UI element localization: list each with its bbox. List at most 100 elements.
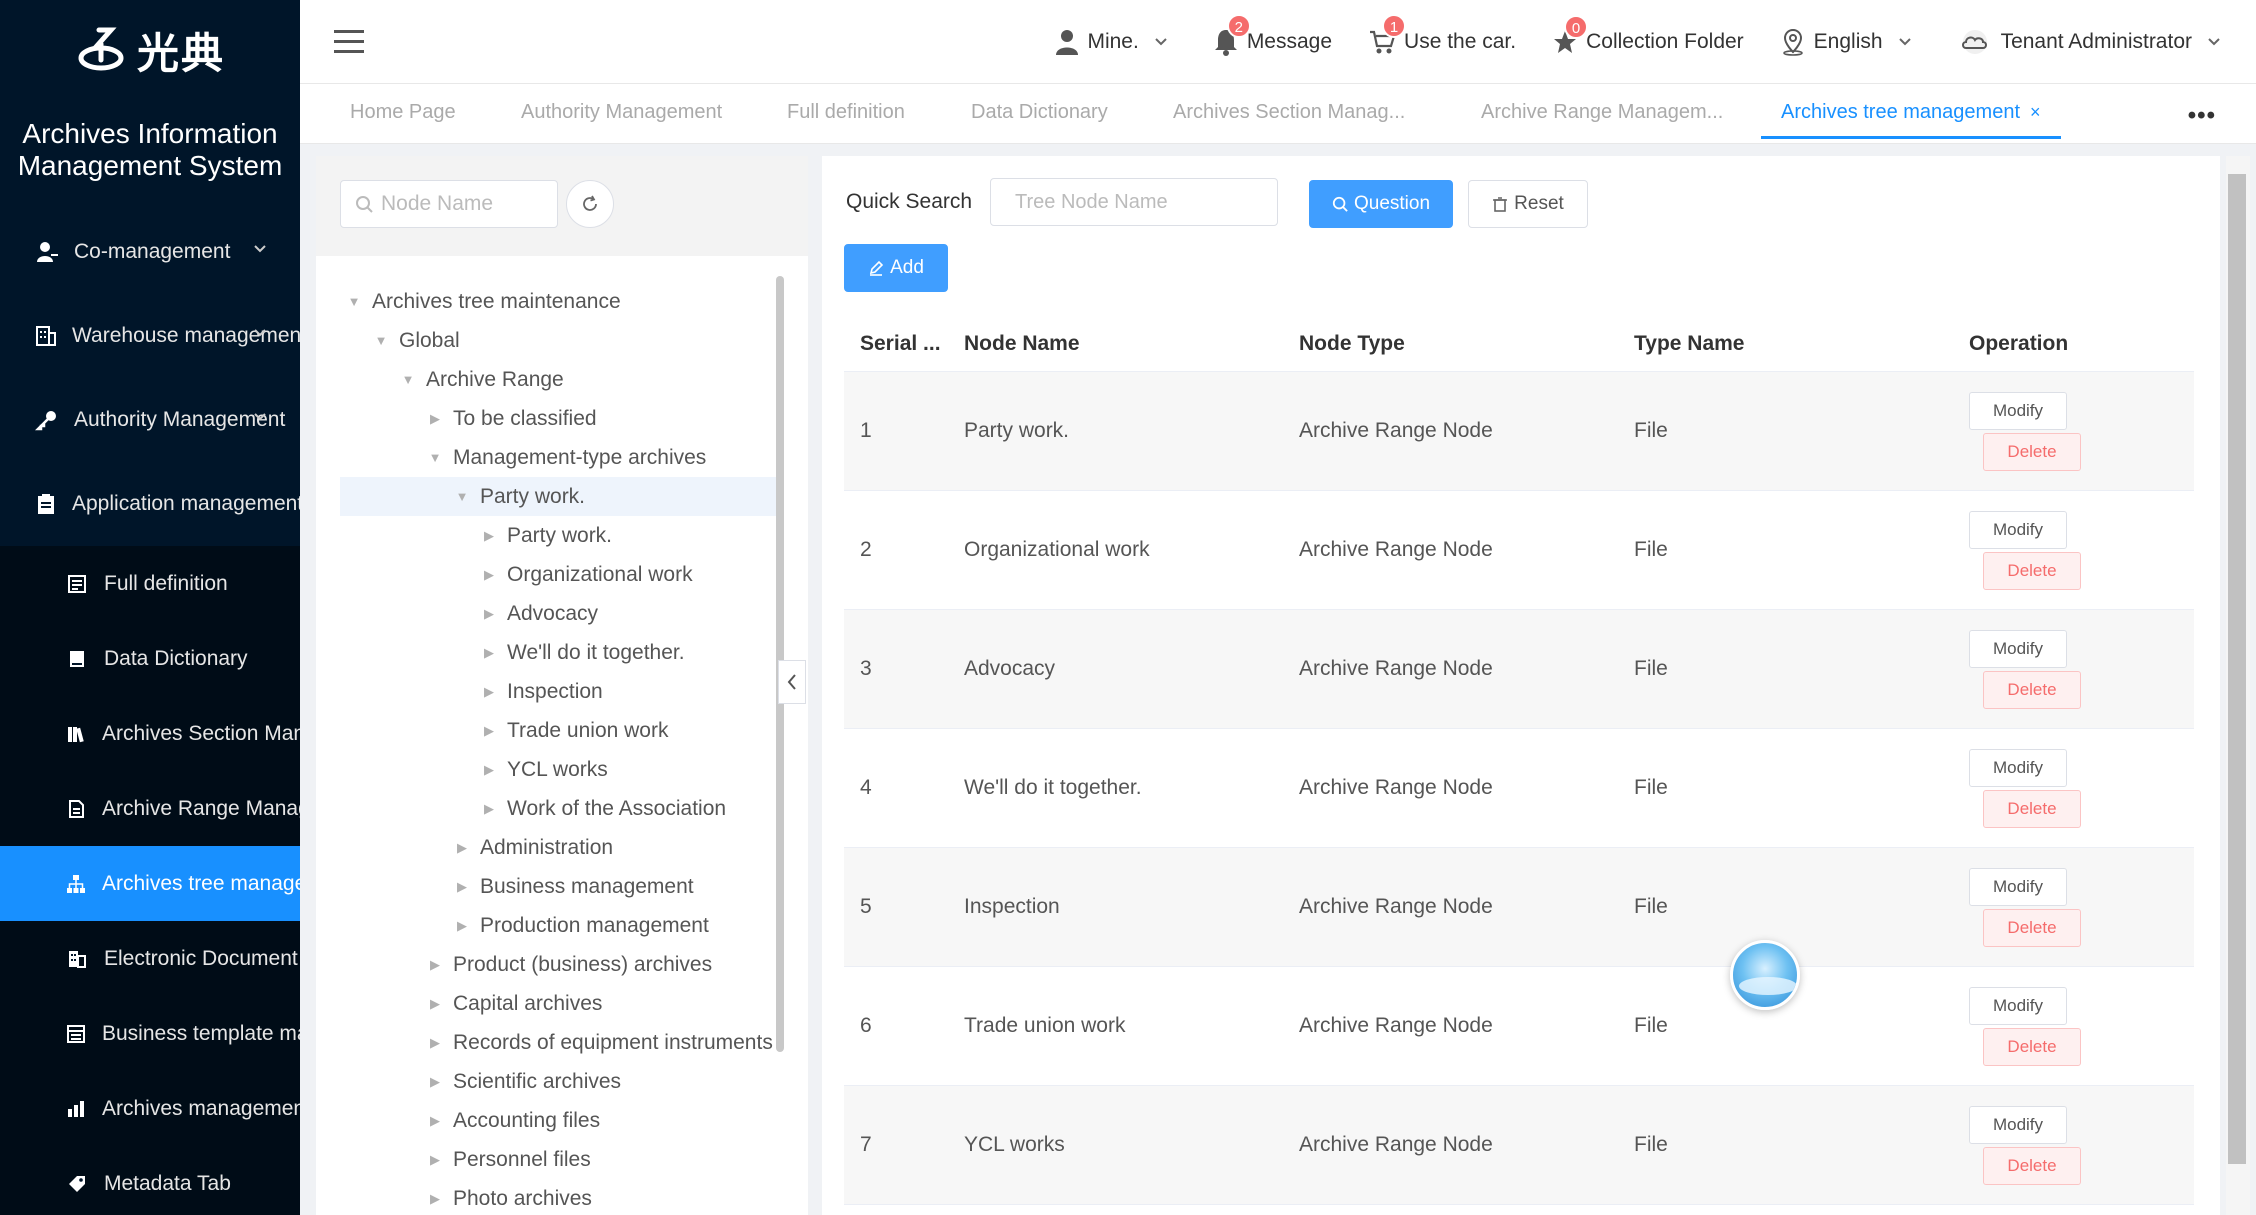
caret-right-icon[interactable]: ▶ (425, 996, 445, 1012)
message-button[interactable]: 2 Message (1213, 14, 1332, 56)
modify-button[interactable]: Modify (1969, 749, 2067, 787)
sidebar-subitem-data-dictionary[interactable]: Data Dictionary (0, 621, 300, 696)
tree-node-name-input[interactable] (990, 178, 1278, 226)
modify-button[interactable]: Modify (1969, 630, 2067, 668)
tab-home-page[interactable]: Home Page (350, 84, 456, 140)
sidebar-subitem-archive-range[interactable]: Archive Range Management (0, 771, 300, 846)
close-icon[interactable]: × (2030, 102, 2041, 122)
hamburger-menu-icon[interactable] (334, 30, 364, 59)
tree-node[interactable]: ▶ To be classified (340, 399, 776, 438)
caret-right-icon[interactable]: ▶ (479, 528, 499, 544)
tree-node[interactable]: ▶ YCL works (340, 750, 776, 789)
tree-node[interactable]: ▶ Product (business) archives (340, 945, 776, 984)
tree-node[interactable]: ▶ Production management (340, 906, 776, 945)
modify-button[interactable]: Modify (1969, 868, 2067, 906)
tree-node[interactable]: ▶ Scientific archives (340, 1062, 776, 1101)
sidebar-subitem-business-template[interactable]: Business template management (0, 996, 300, 1071)
node-search-field[interactable] (340, 180, 558, 228)
caret-down-icon[interactable]: ▼ (425, 450, 445, 465)
caret-right-icon[interactable]: ▶ (452, 840, 472, 856)
caret-right-icon[interactable]: ▶ (479, 567, 499, 583)
caret-right-icon[interactable]: ▶ (425, 1191, 445, 1207)
refresh-button[interactable] (566, 180, 614, 228)
delete-button[interactable]: Delete (1983, 671, 2081, 709)
caret-right-icon[interactable]: ▶ (452, 918, 472, 934)
language-dropdown[interactable]: English (1780, 28, 1921, 56)
col-header-serial[interactable]: Serial ... (844, 332, 964, 356)
tree-node[interactable]: ▶ Inspection (340, 672, 776, 711)
sidebar-subitem-archives-section[interactable]: Archives Section Management (0, 696, 300, 771)
tree-node[interactable]: ▶ Organizational work (340, 555, 776, 594)
tree-node[interactable]: ▶ Trade union work (340, 711, 776, 750)
delete-button[interactable]: Delete (1983, 790, 2081, 828)
tree-node[interactable]: ▶ Work of the Association (340, 789, 776, 828)
sidebar-item-co-management[interactable]: Co-management (0, 210, 300, 294)
tree-node[interactable]: ▶ Accounting files (340, 1101, 776, 1140)
tab-data-dictionary[interactable]: Data Dictionary (971, 84, 1108, 140)
tab-archives-tree[interactable]: Archives tree management × (1761, 84, 2061, 139)
tree-node[interactable]: ▶ Capital archives (340, 984, 776, 1023)
caret-right-icon[interactable]: ▶ (479, 606, 499, 622)
tree-node[interactable]: ▶ Personnel files (340, 1140, 776, 1179)
tree-node[interactable]: ▼ Archive Range (340, 360, 776, 399)
caret-right-icon[interactable]: ▶ (479, 762, 499, 778)
cart-button[interactable]: 1 Use the car. (1368, 14, 1516, 56)
mine-dropdown[interactable]: Mine. (1055, 29, 1176, 55)
caret-down-icon[interactable]: ▼ (344, 294, 364, 309)
tree-node[interactable]: ▶ Photo archives (340, 1179, 776, 1215)
delete-button[interactable]: Delete (1983, 433, 2081, 471)
floating-assistant-button[interactable] (1730, 940, 1800, 1010)
delete-button[interactable]: Delete (1983, 1028, 2081, 1066)
caret-right-icon[interactable]: ▶ (425, 1035, 445, 1051)
caret-right-icon[interactable]: ▶ (425, 1074, 445, 1090)
caret-right-icon[interactable]: ▶ (479, 645, 499, 661)
sidebar-item-application[interactable]: Application management (0, 462, 300, 546)
delete-button[interactable]: Delete (1983, 909, 2081, 947)
caret-right-icon[interactable]: ▶ (425, 957, 445, 973)
tree-node[interactable]: ▼ Global (340, 321, 776, 360)
modify-button[interactable]: Modify (1969, 1106, 2067, 1144)
more-icon[interactable]: ••• (2188, 102, 2216, 130)
caret-right-icon[interactable]: ▶ (425, 411, 445, 427)
sidebar-subitem-archives-management[interactable]: Archives management (0, 1071, 300, 1146)
caret-down-icon[interactable]: ▼ (398, 372, 418, 387)
delete-button[interactable]: Delete (1983, 1147, 2081, 1185)
tree-node[interactable]: ▶ Administration (340, 828, 776, 867)
sidebar-item-warehouse[interactable]: Warehouse management (0, 294, 300, 378)
caret-down-icon[interactable]: ▼ (452, 489, 472, 504)
tree-node[interactable]: ▶ Business management (340, 867, 776, 906)
caret-right-icon[interactable]: ▶ (479, 684, 499, 700)
tree-node[interactable]: ▶ Advocacy (340, 594, 776, 633)
tree-node[interactable]: ▼ Party work. (340, 477, 776, 516)
modify-button[interactable]: Modify (1969, 392, 2067, 430)
collapse-panel-button[interactable] (778, 660, 806, 704)
caret-down-icon[interactable]: ▼ (371, 333, 391, 348)
tree-node[interactable]: ▼ Management-type archives (340, 438, 776, 477)
tab-authority-management[interactable]: Authority Management (521, 84, 722, 140)
tab-full-definition[interactable]: Full definition (787, 84, 905, 140)
caret-right-icon[interactable]: ▶ (452, 879, 472, 895)
reset-button[interactable]: Reset (1468, 180, 1588, 228)
sidebar-subitem-full-definition[interactable]: Full definition (0, 546, 300, 621)
delete-button[interactable]: Delete (1983, 552, 2081, 590)
caret-right-icon[interactable]: ▶ (425, 1152, 445, 1168)
tree-node[interactable]: ▼ Archives tree maintenance (340, 282, 776, 321)
question-button[interactable]: Question (1309, 180, 1453, 228)
caret-right-icon[interactable]: ▶ (479, 723, 499, 739)
node-search-input[interactable] (381, 192, 541, 216)
add-button[interactable]: Add (844, 244, 948, 292)
tree-node[interactable]: ▶ We'll do it together. (340, 633, 776, 672)
sidebar-subitem-metadata-tab[interactable]: Metadata Tab (0, 1146, 300, 1215)
sidebar-subitem-electronic-document[interactable]: Electronic Document (0, 921, 300, 996)
sidebar-subitem-archives-tree[interactable]: Archives tree management (0, 846, 300, 921)
page-scrollbar-thumb[interactable] (2228, 174, 2246, 1164)
tab-archive-range[interactable]: Archive Range Managem... (1481, 84, 1723, 140)
tree-node[interactable]: ▶ Party work. (340, 516, 776, 555)
tab-archives-section[interactable]: Archives Section Manag... (1173, 84, 1405, 140)
modify-button[interactable]: Modify (1969, 511, 2067, 549)
modify-button[interactable]: Modify (1969, 987, 2067, 1025)
collection-button[interactable]: 0 Collection Folder (1552, 15, 1744, 55)
user-dropdown[interactable]: Tenant Administrator (1957, 29, 2230, 55)
caret-right-icon[interactable]: ▶ (479, 801, 499, 817)
caret-right-icon[interactable]: ▶ (425, 1113, 445, 1129)
